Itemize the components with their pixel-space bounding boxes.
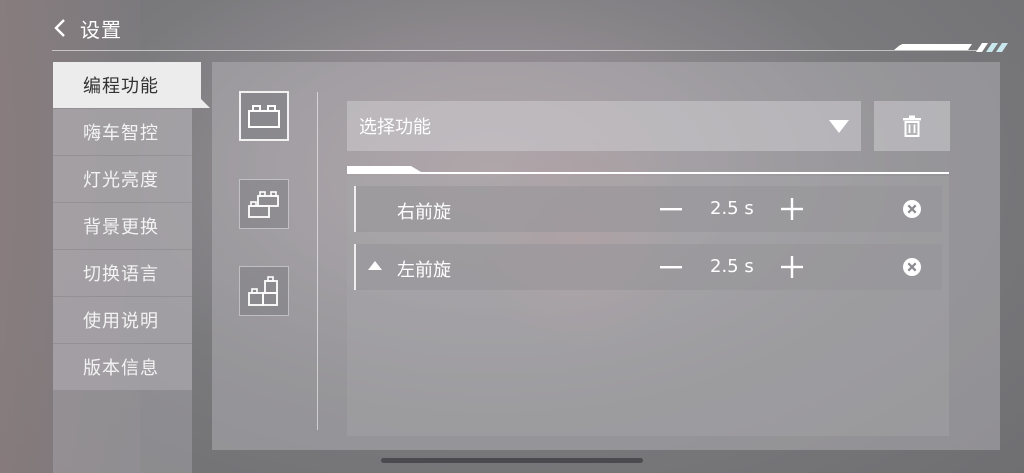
tower-blocks-icon bbox=[248, 276, 278, 306]
plus-icon bbox=[781, 256, 803, 278]
function-select[interactable]: 选择功能 bbox=[347, 101, 861, 151]
block-button-stacked[interactable] bbox=[239, 179, 289, 229]
row-edge bbox=[354, 186, 356, 232]
sidebar-item-smart-control[interactable]: 嗨车智控 bbox=[53, 109, 192, 155]
close-circle-icon[interactable] bbox=[902, 199, 922, 219]
home-indicator bbox=[381, 458, 643, 463]
triangle-down-icon bbox=[829, 120, 849, 133]
function-select-value: 选择功能 bbox=[359, 117, 431, 138]
action-name: 右前旋 bbox=[397, 202, 451, 223]
header-decoration bbox=[786, 43, 1008, 52]
sidebar-item-light-brightness[interactable]: 灯光亮度 bbox=[53, 156, 192, 202]
increase-button[interactable] bbox=[780, 254, 804, 280]
block-button-tower[interactable] bbox=[239, 266, 289, 316]
delete-button[interactable] bbox=[874, 101, 950, 151]
sidebar-item-programming[interactable]: 编程功能 bbox=[53, 62, 210, 108]
tab-underline bbox=[347, 172, 949, 174]
block-button-single[interactable] bbox=[239, 91, 289, 141]
list-item: 右前旋 2.5 s bbox=[354, 186, 942, 232]
decrease-button[interactable] bbox=[660, 254, 682, 280]
single-block-icon bbox=[248, 105, 280, 128]
minus-icon bbox=[660, 265, 682, 268]
sidebar-item-instructions[interactable]: 使用说明 bbox=[53, 297, 192, 343]
stacked-blocks-icon bbox=[248, 191, 279, 218]
header: 设置 bbox=[52, 10, 122, 46]
page-title: 设置 bbox=[80, 17, 122, 42]
row-edge bbox=[354, 244, 356, 290]
action-name: 左前旋 bbox=[397, 260, 451, 281]
close-circle-icon[interactable] bbox=[902, 257, 922, 277]
plus-icon bbox=[781, 198, 803, 220]
minus-icon bbox=[660, 207, 682, 210]
list-item: 左前旋 2.5 s bbox=[354, 244, 942, 290]
chevron-left-icon[interactable] bbox=[52, 18, 68, 38]
sidebar-item-language[interactable]: 切换语言 bbox=[53, 250, 192, 296]
sidebar: 编程功能 嗨车智控 灯光亮度 背景更换 切换语言 使用说明 版本信息 bbox=[53, 62, 210, 473]
sidebar-item-background[interactable]: 背景更换 bbox=[53, 203, 192, 249]
triangle-up-icon[interactable] bbox=[368, 261, 382, 270]
duration-value: 2.5 s bbox=[710, 198, 754, 219]
duration-value: 2.5 s bbox=[710, 256, 754, 277]
sidebar-item-version[interactable]: 版本信息 bbox=[53, 344, 192, 390]
panel-divider bbox=[317, 92, 318, 430]
increase-button[interactable] bbox=[780, 196, 804, 222]
decrease-button[interactable] bbox=[660, 196, 682, 222]
trash-icon bbox=[903, 115, 921, 137]
